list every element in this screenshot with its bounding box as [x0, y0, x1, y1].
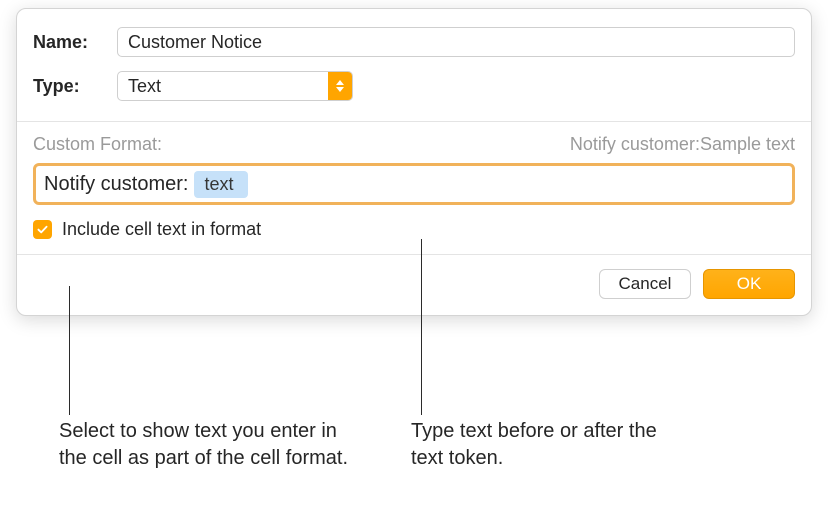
select-stepper-icon [328, 72, 352, 100]
type-select[interactable]: Text [117, 71, 353, 101]
dialog-footer: Cancel OK [17, 254, 811, 315]
ok-button[interactable]: OK [703, 269, 795, 299]
custom-format-label: Custom Format: [33, 134, 162, 155]
cancel-button[interactable]: Cancel [599, 269, 691, 299]
format-input-wrap: Notify customer: text [33, 163, 795, 205]
include-row: Include cell text in format [17, 215, 811, 254]
format-input[interactable]: Notify customer: text [33, 163, 795, 205]
name-label: Name: [33, 32, 103, 53]
text-token[interactable]: text [194, 171, 247, 198]
callout-line-checkbox [69, 286, 70, 415]
callout-checkbox: Select to show text you enter in the cel… [59, 418, 349, 472]
name-input[interactable] [117, 27, 795, 57]
callout-line-token [421, 239, 422, 415]
include-label: Include cell text in format [62, 219, 261, 240]
custom-format-row: Custom Format: Notify customer:Sample te… [17, 122, 811, 159]
custom-format-dialog: Name: Type: Text Custom Format: Notify c… [16, 8, 812, 316]
callout-token: Type text before or after the text token… [411, 418, 661, 472]
include-checkbox[interactable] [33, 220, 52, 239]
custom-format-preview: Notify customer:Sample text [570, 134, 795, 155]
type-row: Type: Text [17, 67, 811, 115]
type-value: Text [128, 76, 161, 97]
format-prefix-text: Notify customer: [44, 173, 188, 196]
checkmark-icon [36, 223, 49, 236]
name-row: Name: [17, 9, 811, 67]
type-label: Type: [33, 76, 103, 97]
